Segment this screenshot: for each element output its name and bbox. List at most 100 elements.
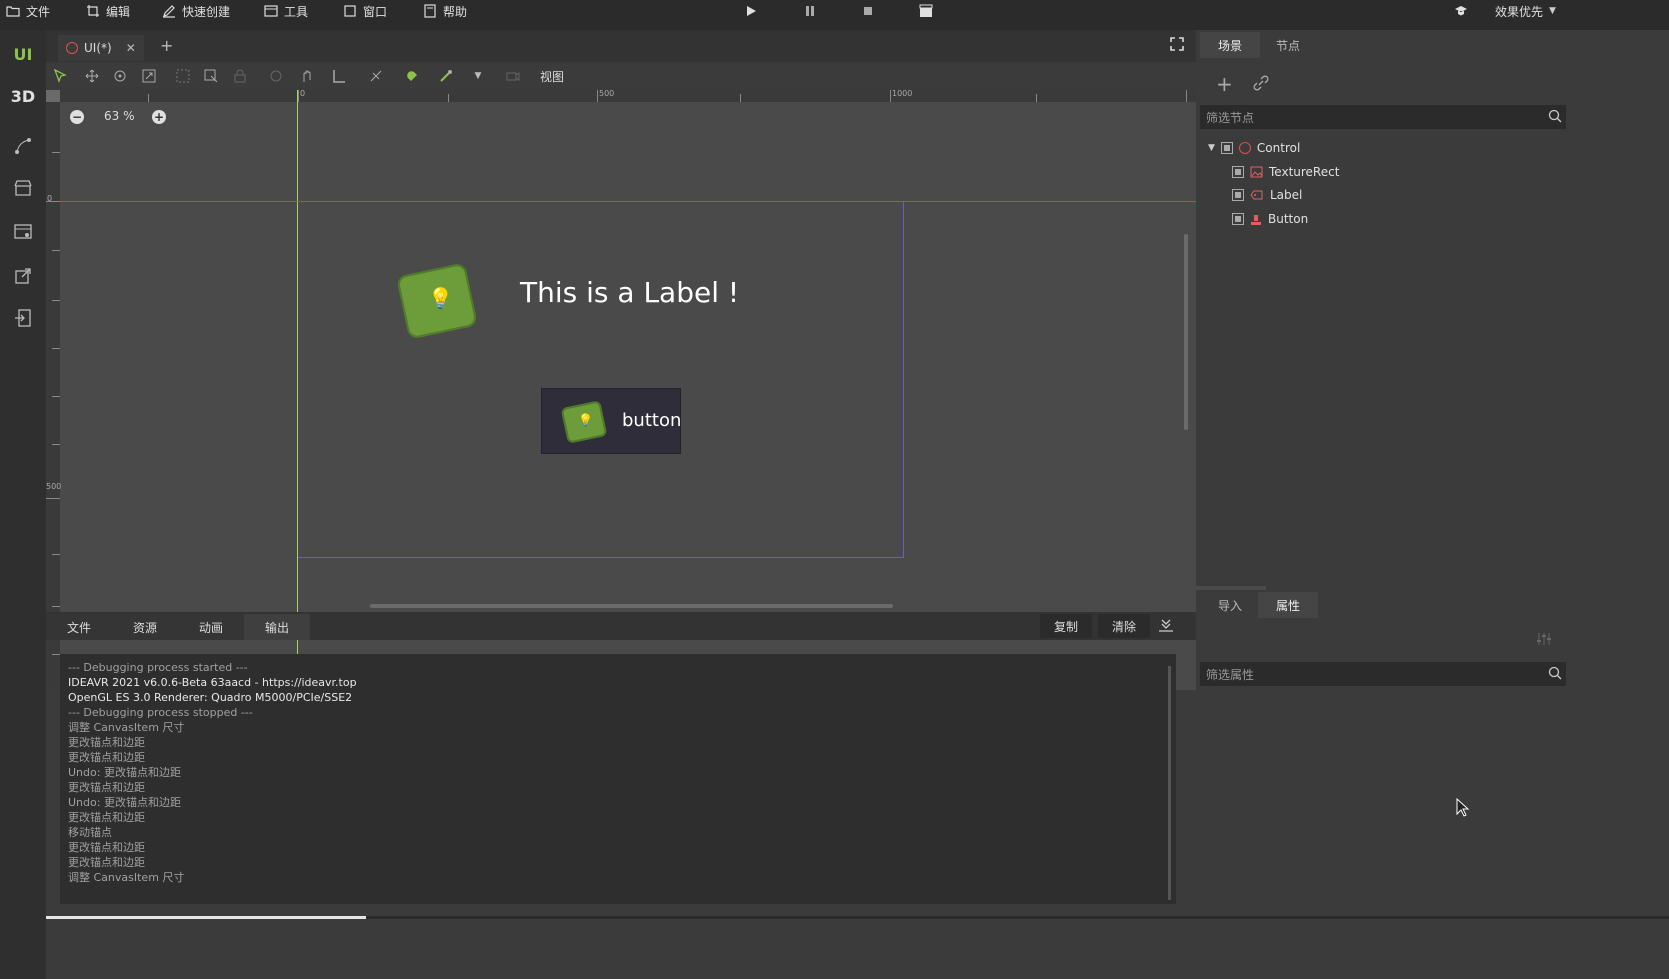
property-filter-placeholder: 筛选属性 bbox=[1206, 668, 1255, 682]
zoom-out-button[interactable]: − bbox=[70, 110, 84, 124]
tree-node-button[interactable]: Button bbox=[1232, 208, 1308, 230]
tab-output[interactable]: 输出 bbox=[244, 614, 310, 640]
pause-button[interactable] bbox=[801, 2, 819, 20]
menu-tools[interactable]: 工具 bbox=[264, 0, 308, 22]
visibility-checkbox[interactable] bbox=[1232, 166, 1244, 178]
movie-button[interactable] bbox=[917, 2, 935, 20]
ruler-icon bbox=[333, 70, 345, 83]
visibility-checkbox[interactable] bbox=[1232, 189, 1244, 201]
sidebar-import[interactable] bbox=[0, 300, 46, 336]
properties-panel bbox=[1196, 590, 1669, 979]
link-scene-button[interactable] bbox=[1252, 74, 1270, 95]
ruler-top-label-500: 500 bbox=[599, 89, 615, 98]
output-log[interactable]: --- Debugging process started --- IDEAVR… bbox=[60, 654, 1176, 904]
tab-scene[interactable]: 场景 bbox=[1200, 32, 1260, 58]
ruler-left-label-0: 0 bbox=[47, 194, 53, 203]
add-tab-button[interactable]: + bbox=[160, 36, 173, 55]
tab-animation[interactable]: 动画 bbox=[178, 614, 244, 640]
fullscreen-button[interactable] bbox=[1170, 37, 1184, 54]
log-line: --- Debugging process started --- bbox=[68, 661, 248, 674]
menu-tools-label: 工具 bbox=[284, 4, 309, 19]
tree-node-label[interactable]: Label bbox=[1232, 184, 1302, 206]
property-filter-input[interactable]: 筛选属性 bbox=[1200, 662, 1566, 686]
tab-properties-label: 属性 bbox=[1275, 598, 1300, 613]
tree-node-texturerect[interactable]: TextureRect bbox=[1232, 161, 1339, 183]
sidebar-3d[interactable]: 3D bbox=[0, 78, 46, 114]
close-icon[interactable]: ✕ bbox=[126, 41, 136, 55]
property-settings-button[interactable] bbox=[1536, 632, 1552, 649]
tab-import[interactable]: 导入 bbox=[1200, 592, 1260, 618]
group-tool[interactable] bbox=[266, 66, 286, 86]
sidebar-store[interactable] bbox=[0, 170, 46, 206]
tree-node-control[interactable]: ▼ Control bbox=[1208, 137, 1300, 159]
rotate-tool[interactable] bbox=[110, 66, 130, 86]
menu-edit[interactable]: 编辑 bbox=[86, 0, 130, 22]
snap-grid-tool[interactable] bbox=[436, 66, 456, 86]
clear-button[interactable]: 清除 bbox=[1098, 614, 1151, 638]
tab-assets-label: 资源 bbox=[132, 620, 157, 635]
zoom-in-button[interactable]: + bbox=[152, 110, 166, 124]
viewport-scrollbar-horizontal[interactable] bbox=[370, 604, 893, 608]
output-scrollbar[interactable] bbox=[1168, 666, 1171, 900]
learn-button[interactable] bbox=[1452, 2, 1470, 20]
pivot-tool[interactable] bbox=[201, 66, 221, 86]
pause-icon bbox=[806, 6, 814, 16]
curve-icon bbox=[15, 138, 31, 154]
tab-assets[interactable]: 资源 bbox=[112, 614, 178, 640]
smart-snap-tool[interactable] bbox=[366, 66, 386, 86]
label-node-icon bbox=[1250, 190, 1263, 200]
log-line: Undo: 更改锚点和边距 bbox=[68, 766, 181, 779]
sidebar-export[interactable] bbox=[0, 258, 46, 294]
magnet-tool[interactable] bbox=[403, 66, 423, 86]
snap-icon bbox=[370, 70, 382, 82]
viewport-scrollbar-vertical[interactable] bbox=[1184, 234, 1188, 430]
search-icon bbox=[1548, 109, 1562, 126]
sidebar-settings[interactable] bbox=[0, 214, 46, 250]
stop-icon bbox=[864, 7, 872, 15]
quality-select[interactable]: 效果优先 ▼ bbox=[1495, 0, 1556, 22]
move-tool[interactable] bbox=[82, 66, 102, 86]
folder-icon bbox=[6, 6, 20, 17]
list-select-tool[interactable] bbox=[173, 66, 193, 86]
lock-icon bbox=[234, 69, 246, 83]
scale-icon bbox=[142, 69, 156, 83]
bottom-panel-tabs: 文件 资源 动画 输出 复制 清除 bbox=[46, 612, 1266, 640]
stop-button[interactable] bbox=[859, 2, 877, 20]
play-button[interactable] bbox=[742, 2, 760, 20]
ruler-tool[interactable] bbox=[329, 66, 349, 86]
camera-tool[interactable] bbox=[503, 66, 523, 86]
lock-tool[interactable] bbox=[230, 66, 250, 86]
snap-options-dropdown[interactable]: ▼ bbox=[468, 66, 488, 86]
scale-tool[interactable] bbox=[139, 66, 159, 86]
menu-window[interactable]: 窗口 bbox=[343, 0, 387, 22]
save-log-button[interactable] bbox=[1158, 618, 1174, 635]
add-node-button[interactable]: + bbox=[1216, 72, 1233, 96]
copy-button[interactable]: 复制 bbox=[1040, 614, 1093, 638]
sidebar-curve[interactable] bbox=[0, 128, 46, 164]
zoom-level[interactable]: 63 % bbox=[104, 109, 135, 123]
clapperboard-icon bbox=[919, 4, 933, 17]
select-tool[interactable] bbox=[50, 66, 70, 86]
label-node[interactable]: This is a Label ! bbox=[520, 276, 739, 309]
texture-rect-node[interactable]: 💡 bbox=[396, 262, 478, 340]
fullscreen-icon bbox=[1170, 37, 1184, 51]
store-icon bbox=[14, 180, 32, 196]
menu-file[interactable]: 文件 bbox=[6, 0, 50, 22]
visibility-checkbox[interactable] bbox=[1232, 213, 1244, 225]
tree-node-label: Button bbox=[1268, 212, 1309, 226]
tab-ui-scene[interactable]: UI(*) ✕ bbox=[58, 35, 144, 61]
menu-quick-create[interactable]: 快速创建 bbox=[162, 0, 230, 22]
view-menu[interactable]: 视图 bbox=[540, 68, 564, 85]
menu-help[interactable]: 帮助 bbox=[423, 0, 467, 22]
tab-node[interactable]: 节点 bbox=[1258, 32, 1318, 58]
sidebar-ui[interactable]: UI bbox=[0, 36, 46, 72]
log-line: 调整 CanvasItem 尺寸 bbox=[68, 871, 185, 884]
pan-tool[interactable] bbox=[297, 66, 317, 86]
tab-properties[interactable]: 属性 bbox=[1258, 592, 1318, 618]
node-filter-input[interactable]: 筛选节点 bbox=[1200, 105, 1566, 129]
tab-files[interactable]: 文件 bbox=[46, 614, 112, 640]
menu-window-label: 窗口 bbox=[363, 4, 388, 19]
log-line: Undo: 更改锚点和边距 bbox=[68, 796, 181, 809]
expand-arrow-icon[interactable]: ▼ bbox=[1208, 143, 1215, 153]
visibility-checkbox[interactable] bbox=[1220, 142, 1233, 154]
